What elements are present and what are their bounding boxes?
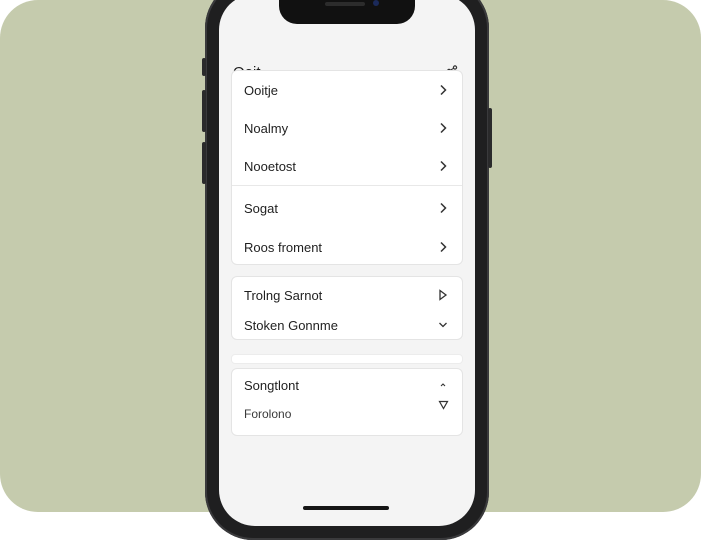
front-camera: [373, 0, 379, 6]
list-item[interactable]: Sogat: [232, 185, 462, 230]
chevron-right-icon: [436, 83, 450, 97]
notch: [279, 0, 415, 24]
list-item[interactable]: Trolng Sarnot: [232, 279, 462, 311]
list-item-label: Stoken Gonnme: [244, 317, 338, 333]
list-item[interactable]: Noalmy: [232, 109, 462, 147]
chevron-right-icon: [436, 159, 450, 173]
settings-group-4: Songtlont Forolono: [231, 368, 463, 436]
list-item[interactable]: Nooetost: [232, 147, 462, 185]
settings-group-1: Ooitje Noalmy Nooetost Sogat Roos fromen…: [231, 70, 463, 265]
divider-card: [231, 354, 463, 364]
volume-up-button: [202, 90, 206, 132]
list-item-label: Nooetost: [244, 158, 297, 174]
list-item-label: Forolono: [244, 407, 292, 421]
list-item-label: Trolng Sarnot: [244, 287, 323, 303]
play-outline-icon: [436, 288, 450, 302]
speaker-grille: [325, 2, 365, 6]
settings-group-3: Trolng Sarnot Stoken Gonnme: [231, 276, 463, 340]
home-indicator[interactable]: [303, 506, 389, 510]
chevron-right-icon: [436, 240, 450, 254]
power-button: [488, 108, 492, 168]
chevron-right-icon: [436, 201, 450, 215]
list-item[interactable]: Stoken Gonnme: [232, 311, 462, 339]
list-item[interactable]: Ooitje: [232, 71, 462, 109]
chevron-down-icon: [436, 318, 450, 332]
list-item[interactable]: Songtlont: [232, 369, 462, 401]
list-item[interactable]: Roos froment: [232, 230, 462, 264]
list-item[interactable]: Forolono: [232, 398, 462, 427]
triangle-down-outline-icon: [436, 398, 450, 412]
list-item-label: Songtlont: [244, 377, 299, 393]
list-item-label: Ooitje: [244, 82, 278, 98]
mute-switch: [202, 58, 206, 76]
list-item-label: Roos froment: [244, 239, 323, 255]
list-item-label: Sogat: [244, 200, 278, 216]
list-item-label: Noalmy: [244, 120, 289, 136]
phone-frame: Ooit Ooitje Noalmy: [202, 0, 492, 540]
chevron-right-icon: [436, 121, 450, 135]
phone-screen: Ooit Ooitje Noalmy: [219, 0, 475, 526]
caret-up-icon: [436, 378, 450, 392]
volume-down-button: [202, 142, 206, 184]
